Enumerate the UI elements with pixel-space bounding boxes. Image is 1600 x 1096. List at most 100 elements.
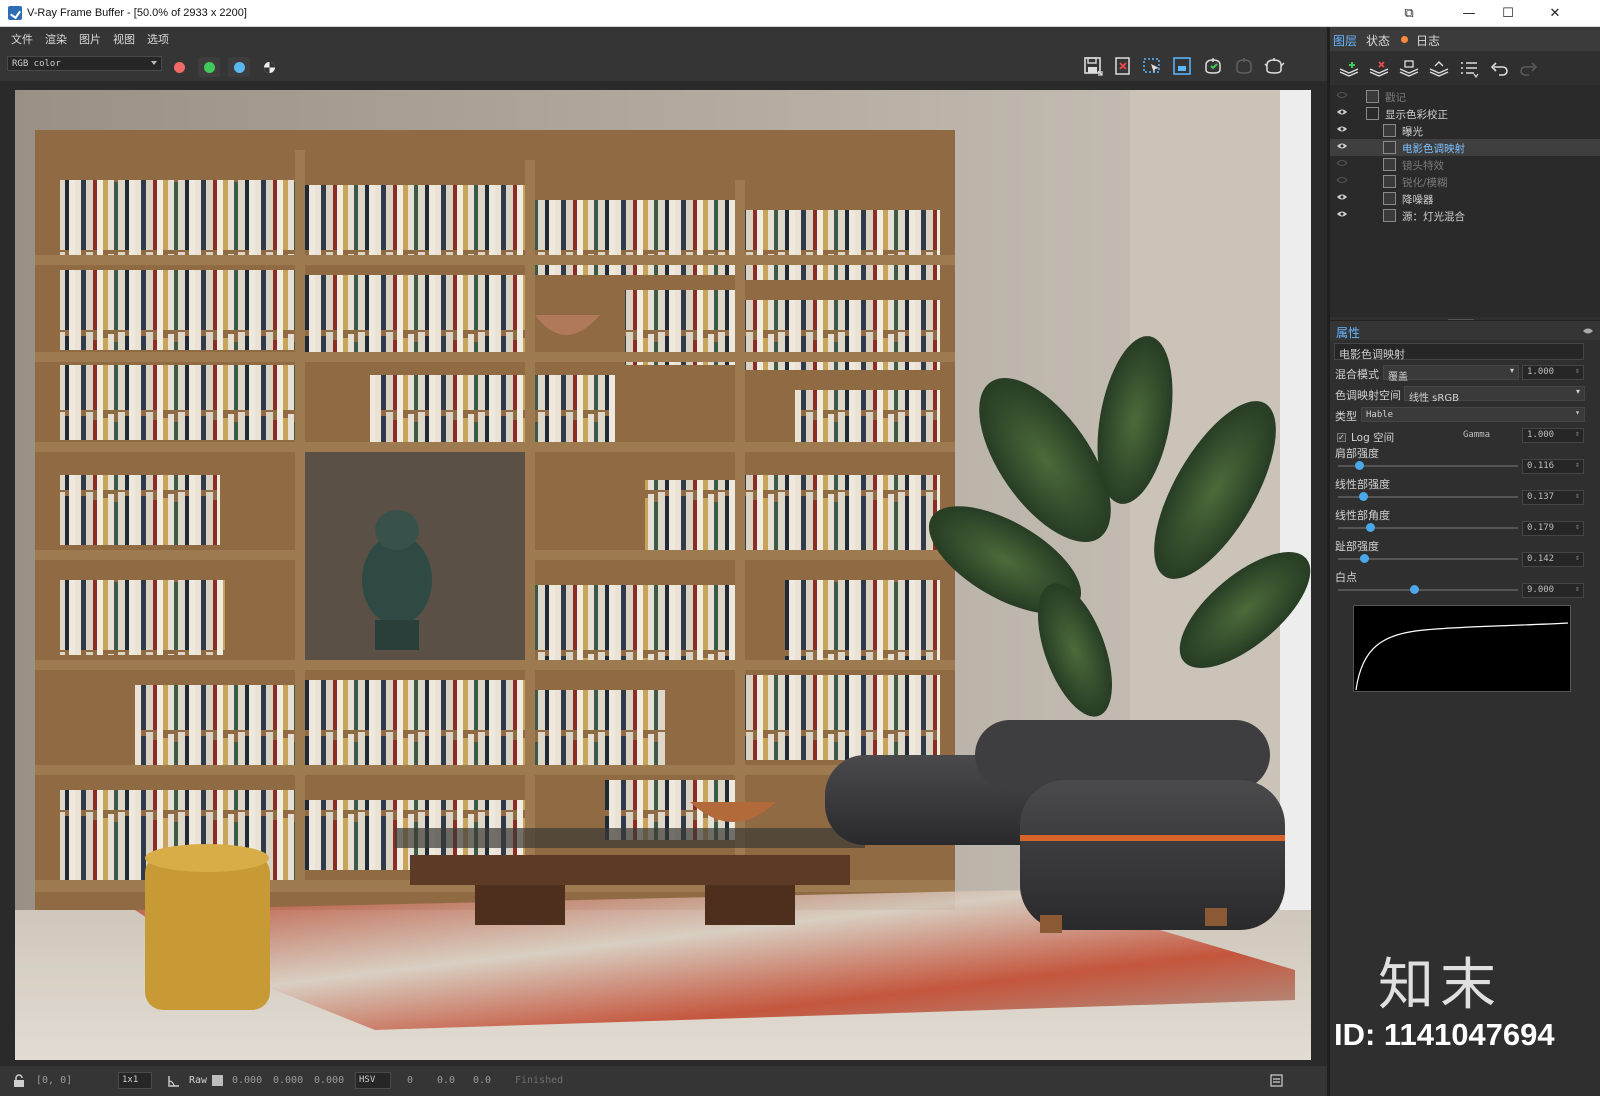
blue-dot-icon bbox=[233, 61, 245, 73]
slider-knob[interactable] bbox=[1359, 554, 1369, 563]
log-space-checkbox[interactable]: ✓ bbox=[1337, 433, 1346, 442]
layer-list-icon[interactable] bbox=[1458, 60, 1480, 78]
layer-row-lens-effects[interactable]: 镜头特效 bbox=[1330, 156, 1600, 173]
slider-value-input[interactable]: 0.137 bbox=[1522, 490, 1584, 505]
menu-render[interactable]: 渲染 bbox=[39, 27, 73, 47]
eye-icon[interactable] bbox=[1336, 91, 1348, 99]
slider-knob[interactable] bbox=[1366, 523, 1376, 532]
slider-knob[interactable] bbox=[1358, 492, 1368, 501]
slider-knob[interactable] bbox=[1354, 461, 1364, 470]
eye-dropdown-icon[interactable] bbox=[1582, 327, 1594, 335]
blend-amount-input[interactable]: 1.000 bbox=[1522, 365, 1584, 380]
layer-name: 显示色彩校正 bbox=[1385, 109, 1448, 121]
type-label: 类型 bbox=[1335, 410, 1357, 423]
close-button[interactable]: ✕ bbox=[1532, 0, 1578, 27]
green-channel-button[interactable] bbox=[198, 57, 220, 77]
zoom-select[interactable]: 1x1 bbox=[118, 1072, 152, 1089]
chevron-down-icon: ▾ bbox=[1509, 366, 1514, 375]
exposure-layer-icon bbox=[1383, 124, 1396, 137]
menu-image[interactable]: 图片 bbox=[73, 27, 107, 47]
lens-layer-icon bbox=[1383, 158, 1396, 171]
lock-icon[interactable] bbox=[13, 1074, 25, 1088]
layer-name: 镜头特效 bbox=[1402, 160, 1444, 172]
slider-label: 肩部强度 bbox=[1335, 447, 1379, 460]
delete-layer-icon[interactable] bbox=[1368, 60, 1390, 78]
layer-name-value: 电影色调映射 bbox=[1339, 348, 1405, 361]
angle-tool-icon[interactable] bbox=[167, 1074, 181, 1088]
layer-row-lightmix[interactable]: 源：灯光混合 bbox=[1330, 207, 1600, 224]
tonemap-space-select[interactable]: 线性 sRGB ▾ bbox=[1404, 386, 1585, 404]
load-layers-icon[interactable] bbox=[1428, 60, 1450, 78]
menu-view[interactable]: 视图 bbox=[107, 27, 141, 47]
save-icon[interactable] bbox=[1082, 55, 1104, 77]
layer-row-filmic-tonemap[interactable]: 电影色调映射 bbox=[1330, 139, 1600, 156]
slider-value: 0.179 bbox=[1527, 523, 1555, 533]
layer-row-sharpen-blur[interactable]: 锐化/模糊 bbox=[1330, 173, 1600, 190]
menu-options[interactable]: 选项 bbox=[141, 27, 175, 47]
redo-icon[interactable] bbox=[1518, 60, 1540, 78]
tab-stats[interactable]: 状态 bbox=[1366, 32, 1390, 49]
layer-row-denoiser[interactable]: 降噪器 bbox=[1330, 190, 1600, 207]
type-select[interactable]: Hable ▾ bbox=[1361, 407, 1585, 422]
restore-icon[interactable]: ⧉ bbox=[1386, 0, 1432, 27]
add-layer-icon[interactable] bbox=[1338, 60, 1360, 78]
eye-icon[interactable] bbox=[1336, 108, 1348, 116]
slider-value-input[interactable]: 0.116 bbox=[1522, 459, 1584, 474]
sharpen-layer-icon bbox=[1383, 175, 1396, 188]
toolbar: RGB color bbox=[0, 49, 1327, 81]
alpha-channel-button[interactable] bbox=[258, 57, 280, 77]
slider-track[interactable] bbox=[1338, 527, 1518, 529]
teapot-icon[interactable] bbox=[1263, 55, 1285, 77]
gamma-input[interactable]: 1.000 bbox=[1522, 428, 1584, 443]
tonemap-curve bbox=[1355, 622, 1569, 691]
slider-knob[interactable] bbox=[1409, 585, 1419, 594]
render-icon[interactable] bbox=[1202, 55, 1224, 77]
eye-icon[interactable] bbox=[1336, 159, 1348, 167]
slider-value-input[interactable]: 0.179 bbox=[1522, 521, 1584, 536]
track-mouse-icon[interactable] bbox=[1171, 55, 1193, 77]
slider-track[interactable] bbox=[1338, 589, 1518, 591]
blend-mode-label: 混合模式 bbox=[1335, 368, 1379, 381]
slider-value-input[interactable]: 9.000 bbox=[1522, 583, 1584, 598]
close-icon: ✕ bbox=[1549, 6, 1561, 21]
clear-image-icon[interactable] bbox=[1112, 55, 1134, 77]
menu-file[interactable]: 文件 bbox=[0, 27, 39, 47]
layer-row-stamp[interactable]: 戳记 bbox=[1330, 88, 1600, 105]
slider-value-input[interactable]: 0.142 bbox=[1522, 552, 1584, 567]
stop-render-icon[interactable] bbox=[1233, 55, 1255, 77]
slider-label: 线性部角度 bbox=[1335, 509, 1390, 522]
rendered-image bbox=[15, 90, 1311, 1060]
tab-layers[interactable]: 图层 bbox=[1333, 32, 1357, 49]
tab-log[interactable]: 日志 bbox=[1416, 32, 1440, 49]
eye-icon[interactable] bbox=[1336, 210, 1348, 218]
expand-icon[interactable] bbox=[1270, 1074, 1283, 1087]
log-alert-icon bbox=[1401, 36, 1408, 43]
channel-select[interactable]: RGB color bbox=[7, 56, 162, 71]
slider-value: 0.137 bbox=[1527, 492, 1555, 502]
properties-header: 属性 bbox=[1330, 320, 1600, 340]
render-viewport[interactable] bbox=[0, 81, 1327, 1066]
layer-row-exposure[interactable]: 曝光 bbox=[1330, 122, 1600, 139]
blend-mode-select[interactable]: 覆盖 ▾ bbox=[1383, 365, 1519, 383]
red-channel-button[interactable] bbox=[168, 57, 190, 77]
blue-channel-button[interactable] bbox=[228, 57, 250, 77]
tonemap-space-value: 线性 sRGB bbox=[1409, 393, 1459, 404]
layer-toolbar bbox=[1330, 51, 1600, 85]
eye-icon[interactable] bbox=[1336, 142, 1348, 150]
layer-row-display-correction[interactable]: 显示色彩校正 bbox=[1330, 105, 1600, 122]
title-bar: V-Ray Frame Buffer - [50.0% of 2933 x 22… bbox=[0, 0, 1600, 27]
region-render-icon[interactable] bbox=[1141, 55, 1163, 77]
hsv-value-v: 0.0 bbox=[473, 1075, 492, 1086]
maximize-button[interactable]: ☐ bbox=[1485, 0, 1531, 27]
gamma-value: 1.000 bbox=[1527, 430, 1555, 440]
slider-track[interactable] bbox=[1338, 465, 1518, 467]
eye-icon[interactable] bbox=[1336, 125, 1348, 133]
undo-icon[interactable] bbox=[1488, 60, 1510, 78]
save-layers-icon[interactable] bbox=[1398, 60, 1420, 78]
color-mode-select[interactable]: HSV bbox=[355, 1072, 391, 1089]
eye-icon[interactable] bbox=[1336, 193, 1348, 201]
layer-name-field[interactable]: 电影色调映射 bbox=[1334, 343, 1584, 361]
render-status: Finished bbox=[515, 1075, 564, 1086]
eye-icon[interactable] bbox=[1336, 176, 1348, 184]
color-mode-value: HSV bbox=[359, 1075, 376, 1085]
